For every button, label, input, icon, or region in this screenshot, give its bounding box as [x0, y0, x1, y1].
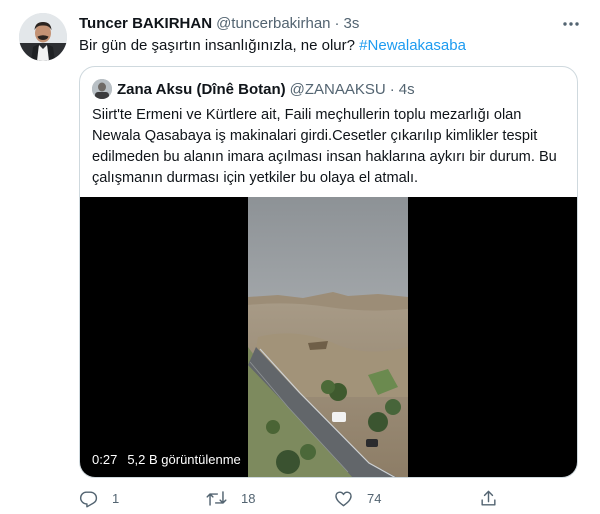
quoted-tweet-time[interactable]: 4s [399, 81, 415, 98]
reply-count: 1 [112, 490, 120, 506]
video-views: 5,2 B görüntülenme [127, 451, 241, 467]
tweet[interactable]: Tuncer BAKIRHAN @tuncerbakirhan · 3s Bir… [0, 0, 600, 514]
tweet-time[interactable]: 3s [344, 15, 360, 32]
quoted-text-line: Newala Qasabaya iş makinalari girdi.Cese… [92, 128, 538, 144]
author-name[interactable]: Tuncer BAKIRHAN [79, 15, 212, 32]
quoted-text-line: Siirt'te Ermeni ve Kürtlere ait, Faili m… [92, 107, 522, 123]
quoted-author-handle[interactable]: @ZANAAKSU [290, 81, 386, 98]
quoted-text-line: edilmeden bu alanın imara açılması insan… [92, 149, 557, 165]
hashtag-link[interactable]: #Newalakasaba [359, 37, 466, 54]
video-duration: 0:27 [92, 451, 118, 467]
tweet-header: Tuncer BAKIRHAN @tuncerbakirhan · 3s [79, 13, 359, 33]
separator-dot: · [334, 14, 340, 32]
quoted-tweet-text: Siirt'te Ermeni ve Kürtlere ait, Faili m… [92, 105, 568, 189]
share-icon [479, 489, 498, 508]
quoted-author-name[interactable]: Zana Aksu (Dînê Botan) [117, 81, 286, 98]
tweet-text: Bir gün de şaşırtın insanlığınızla, ne o… [79, 36, 466, 56]
quoted-tweet-header: Zana Aksu (Dînê Botan) @ZANAAKSU · 4s [117, 79, 415, 99]
separator-dot: · [389, 80, 395, 98]
retweet-button[interactable]: 18 [206, 487, 255, 509]
heart-icon [334, 489, 353, 508]
more-options-icon[interactable] [561, 14, 581, 34]
quoted-text-line: çalışmanın durması için yetkiler bu olay… [92, 170, 419, 186]
like-count: 74 [367, 490, 382, 506]
video-player[interactable]: 0:27 5,2 B görüntülenme [80, 197, 577, 477]
reply-button[interactable]: 1 [79, 487, 119, 509]
action-bar: 1 18 74 [79, 487, 578, 509]
retweet-count: 18 [241, 490, 256, 506]
tweet-body: Bir gün de şaşırtın insanlığınızla, ne o… [79, 37, 355, 54]
author-handle[interactable]: @tuncerbakirhan [216, 15, 330, 32]
retweet-icon [206, 489, 227, 508]
like-button[interactable]: 74 [334, 487, 381, 509]
video-frame [248, 197, 408, 477]
quoted-tweet[interactable]: Zana Aksu (Dînê Botan) @ZANAAKSU · 4s Si… [79, 66, 578, 478]
quoted-author-avatar[interactable] [92, 79, 112, 99]
author-avatar[interactable] [19, 13, 67, 61]
reply-icon [79, 489, 98, 508]
share-button[interactable] [479, 487, 512, 509]
video-stats: 0:27 5,2 B görüntülenme [92, 450, 241, 468]
